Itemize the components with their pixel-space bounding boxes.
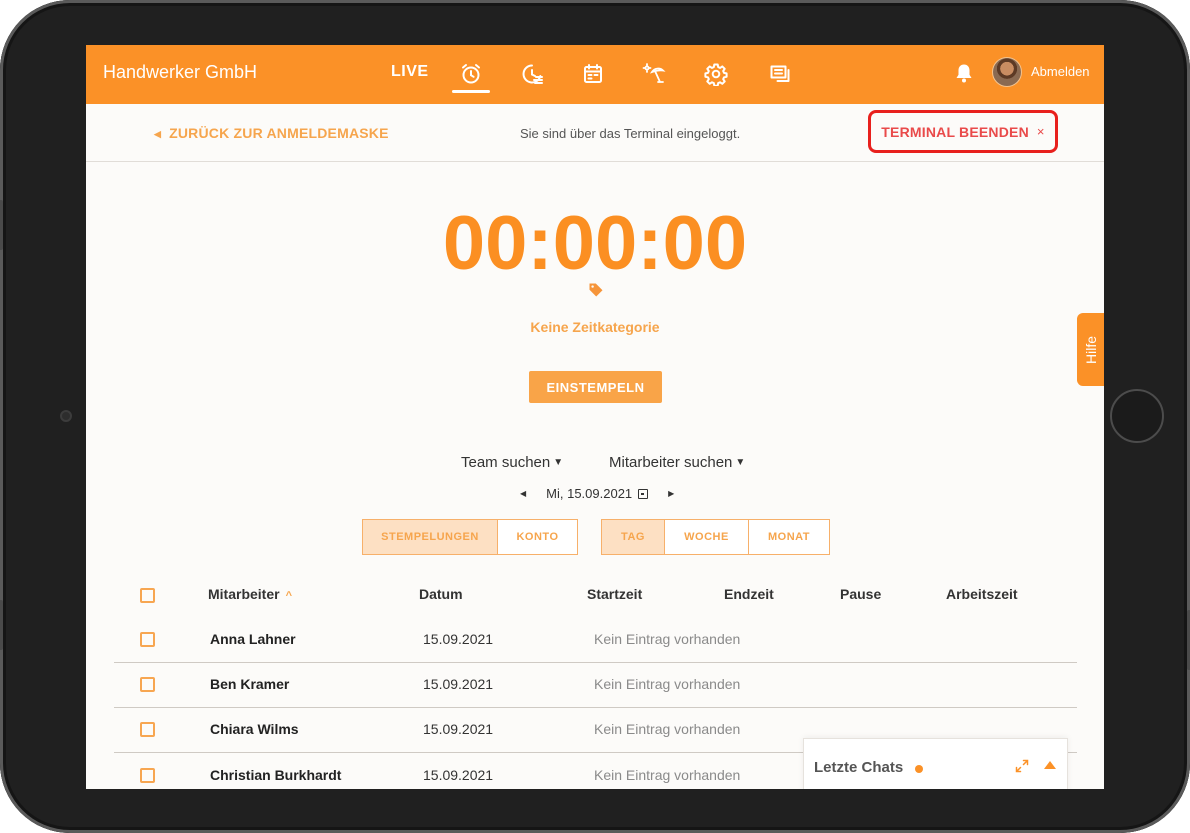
- employee-name: Christian Burkhardt: [210, 767, 342, 783]
- tab-stempelungen[interactable]: STEMPELUNGEN: [362, 519, 497, 555]
- messages-icon[interactable]: [763, 57, 797, 91]
- row-date: 15.09.2021: [423, 631, 494, 647]
- terminal-bar: ◀ ZURÜCK ZUR ANMELDEMASKE Sie sind über d…: [86, 104, 1104, 162]
- team-search-dropdown[interactable]: Team suchen ▼: [461, 454, 563, 471]
- row-status: Kein Eintrag vorhanden: [594, 676, 741, 692]
- alarm-clock-icon[interactable]: [454, 57, 488, 91]
- volume-up-button: [0, 200, 3, 250]
- timer-display: 00:00:00: [442, 201, 748, 286]
- volume-down-button: [0, 600, 3, 650]
- back-to-login-label: ZURÜCK ZUR ANMELDEMASKE: [169, 125, 389, 141]
- recent-chats-title: Letzte Chats: [814, 759, 904, 776]
- tab-konto[interactable]: KONTO: [497, 519, 578, 555]
- row-checkbox[interactable]: [140, 632, 155, 647]
- active-nav-indicator: [452, 90, 490, 93]
- row-date: 15.09.2021: [423, 767, 494, 783]
- next-day-icon[interactable]: ▶: [664, 489, 678, 498]
- company-name: Handwerker GmbH: [103, 62, 258, 82]
- column-header-break[interactable]: Pause: [840, 586, 881, 602]
- expand-icon[interactable]: [1015, 759, 1029, 773]
- column-header-end[interactable]: Endzeit: [724, 586, 774, 602]
- employee-name: Ben Kramer: [210, 676, 290, 692]
- unread-indicator: [915, 765, 923, 773]
- row-status: Kein Eintrag vorhanden: [594, 721, 741, 737]
- date-picker-icon[interactable]: [638, 488, 649, 499]
- front-camera: [60, 410, 72, 422]
- terminal-end-label: TERMINAL BEENDEN: [881, 123, 1029, 140]
- time-history-icon[interactable]: [515, 57, 549, 91]
- tag-icon[interactable]: [588, 282, 604, 298]
- row-status: Kein Eintrag vorhanden: [594, 631, 741, 647]
- caret-down-icon: ▼: [735, 457, 746, 468]
- help-tab[interactable]: Hilfe: [1077, 313, 1104, 386]
- home-button[interactable]: [1110, 389, 1164, 443]
- period-toggle: TAG WOCHE MONAT: [601, 519, 830, 555]
- calendar-icon[interactable]: [576, 57, 610, 91]
- time-category-label[interactable]: Keine Zeitkategorie: [86, 319, 1104, 335]
- app-screen: Handwerker GmbH LIVE Abmelden ◀ ZURÜCK Z…: [86, 45, 1104, 789]
- caret-down-icon: ▼: [553, 457, 564, 468]
- settings-icon[interactable]: [699, 57, 733, 91]
- recent-chats-widget[interactable]: Letzte Chats: [803, 738, 1068, 789]
- employee-name: Chiara Wilms: [210, 721, 299, 737]
- row-status: Kein Eintrag vorhanden: [594, 767, 741, 783]
- caret-left-icon: ◀: [154, 129, 162, 139]
- selected-date[interactable]: Mi, 15.09.2021: [546, 486, 632, 501]
- column-header-employee-label: Mitarbeiter: [208, 586, 280, 602]
- table-row[interactable]: Ben Kramer 15.09.2021 Kein Eintrag vorha…: [114, 663, 1077, 708]
- back-to-login-link[interactable]: ◀ ZURÜCK ZUR ANMELDEMASKE: [154, 125, 389, 141]
- row-checkbox[interactable]: [140, 722, 155, 737]
- vacation-icon[interactable]: [637, 57, 671, 91]
- help-tab-label: Hilfe: [1082, 335, 1099, 364]
- close-icon: ×: [1036, 124, 1045, 139]
- sort-ascending-icon: ^: [285, 590, 293, 602]
- row-date: 15.09.2021: [423, 676, 494, 692]
- logout-link[interactable]: Abmelden: [1031, 64, 1090, 79]
- tab-monat[interactable]: MONAT: [748, 519, 830, 555]
- select-all-checkbox[interactable]: [140, 588, 155, 603]
- tab-woche[interactable]: WOCHE: [664, 519, 748, 555]
- tablet-frame: Handwerker GmbH LIVE Abmelden ◀ ZURÜCK Z…: [0, 0, 1190, 833]
- row-checkbox[interactable]: [140, 677, 155, 692]
- top-navigation-bar: Handwerker GmbH LIVE Abmelden: [86, 45, 1104, 104]
- employee-search-dropdown[interactable]: Mitarbeiter suchen ▼: [609, 454, 745, 471]
- table-row[interactable]: Anna Lahner 15.09.2021 Kein Eintrag vorh…: [114, 618, 1077, 663]
- employee-search-label: Mitarbeiter suchen: [609, 454, 733, 471]
- employee-name: Anna Lahner: [210, 631, 296, 647]
- column-header-work-time[interactable]: Arbeitszeit: [946, 586, 1018, 602]
- terminal-end-button[interactable]: TERMINAL BEENDEN ×: [868, 110, 1058, 153]
- clock-in-button[interactable]: EINSTEMPELN: [529, 371, 662, 403]
- date-navigator: ◀ Mi, 15.09.2021 ▶: [516, 486, 678, 501]
- row-checkbox[interactable]: [140, 768, 155, 783]
- live-nav-item[interactable]: LIVE: [391, 63, 429, 81]
- terminal-info-text: Sie sind über das Terminal eingeloggt.: [520, 126, 741, 141]
- row-date: 15.09.2021: [423, 721, 494, 737]
- chevron-up-icon[interactable]: [1044, 761, 1056, 769]
- column-header-employee[interactable]: Mitarbeiter ^: [208, 586, 292, 602]
- tab-tag[interactable]: TAG: [601, 519, 664, 555]
- previous-day-icon[interactable]: ◀: [516, 489, 530, 498]
- user-avatar[interactable]: [992, 57, 1022, 87]
- view-type-toggle: STEMPELUNGEN KONTO: [362, 519, 578, 555]
- column-header-start[interactable]: Startzeit: [587, 586, 642, 602]
- team-search-label: Team suchen: [461, 454, 551, 471]
- column-header-date[interactable]: Datum: [419, 586, 463, 602]
- notification-bell-icon[interactable]: [952, 61, 976, 85]
